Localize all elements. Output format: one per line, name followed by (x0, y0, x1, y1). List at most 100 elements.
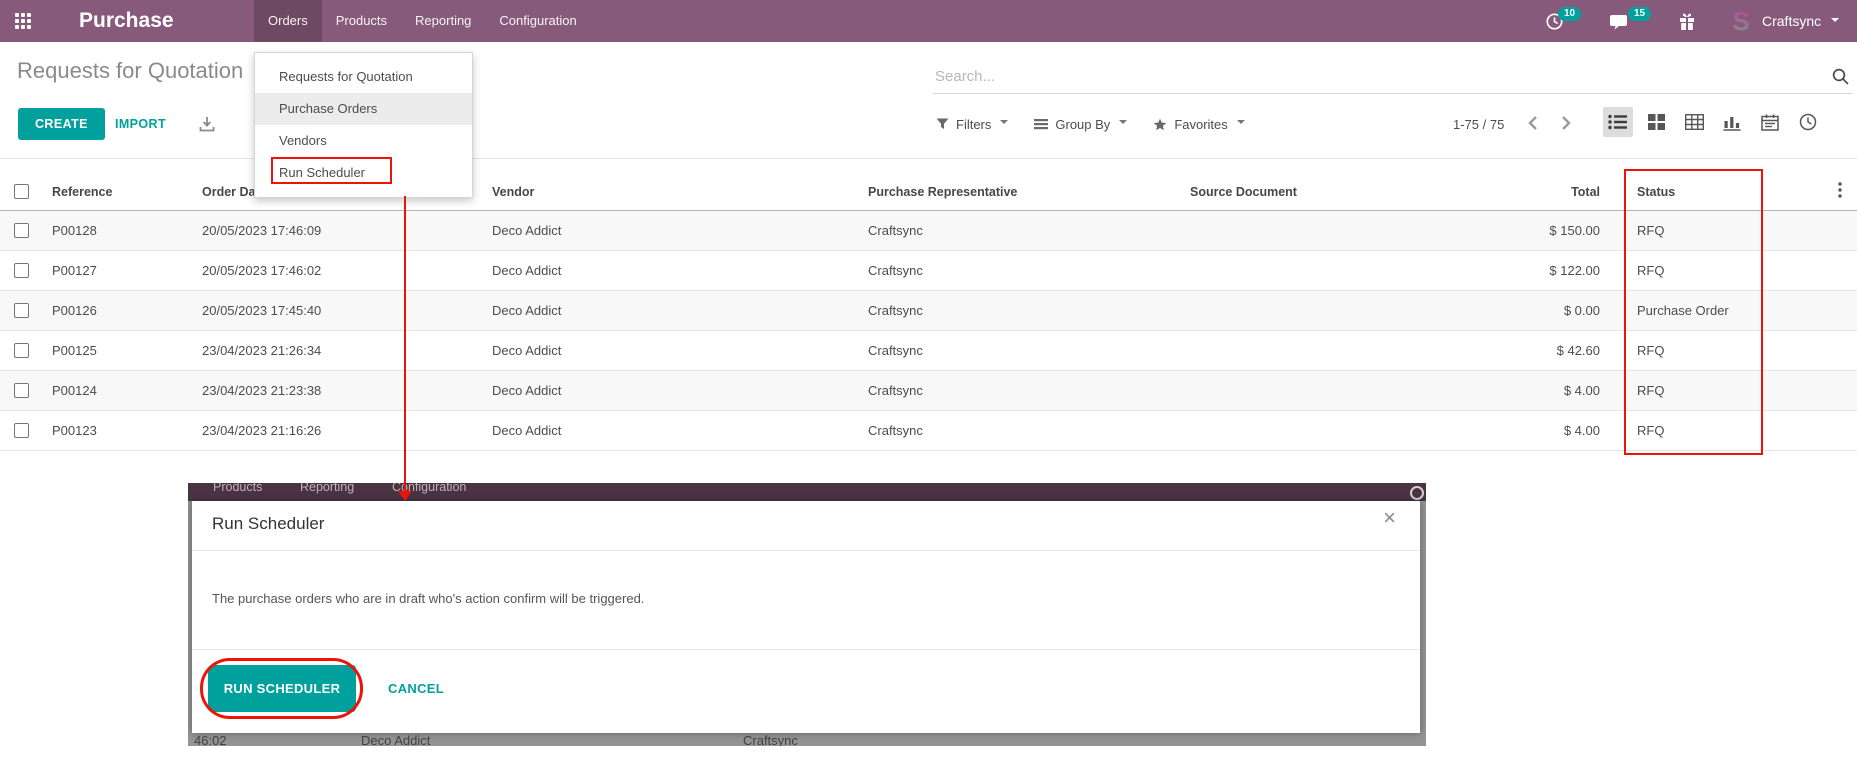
kanban-view-icon[interactable] (1641, 107, 1671, 137)
cell-representative: Craftsync (854, 330, 1176, 370)
cell-vendor: Deco Addict (478, 290, 854, 330)
pager-previous-icon[interactable] (1527, 115, 1538, 134)
pager-next-icon[interactable] (1561, 115, 1572, 134)
cell-reference: P00123 (38, 410, 188, 450)
pager-range: 1-75 / 75 (1453, 117, 1504, 132)
cell-vendor: Deco Addict (478, 330, 854, 370)
dimmed-row-fragment: 46:02 (194, 733, 227, 746)
filters-dropdown[interactable]: Filters (936, 117, 1010, 132)
list-view-icon[interactable] (1603, 107, 1633, 137)
cell-order-date: 20/05/2023 17:46:09 (188, 210, 478, 250)
dialog-header-divider (192, 550, 1420, 551)
group-by-dropdown[interactable]: Group By (1034, 117, 1129, 132)
cell-status: RFQ (1623, 410, 1823, 450)
cell-representative: Craftsync (854, 210, 1176, 250)
nav-menu-configuration[interactable]: Configuration (485, 0, 590, 42)
cell-total: $ 122.00 (1426, 250, 1623, 290)
cell-total: $ 4.00 (1426, 370, 1623, 410)
favorites-dropdown[interactable]: Favorites (1153, 117, 1246, 132)
run-scheduler-dialog: Run Scheduler × The purchase orders who … (192, 501, 1420, 733)
app-title[interactable]: Purchase (79, 0, 174, 42)
column-header-status[interactable]: Status (1623, 174, 1823, 210)
column-header-purchase-representative[interactable]: Purchase Representative (854, 174, 1176, 210)
inset-bottom-row: 46:02Deco AddictCraftsync (188, 733, 1426, 746)
activities-icon[interactable] (1545, 0, 1564, 42)
gift-box-icon (1678, 12, 1696, 31)
row-checkbox[interactable] (14, 263, 29, 278)
import-button[interactable]: IMPORT (115, 108, 166, 140)
messages-icon[interactable] (1609, 0, 1629, 42)
calendar-view-icon[interactable] (1755, 107, 1785, 137)
dimmed-row-fragment: Deco Addict (361, 733, 430, 746)
cell-representative: Craftsync (854, 410, 1176, 450)
export-download-icon[interactable] (199, 116, 215, 137)
dialog-footer-divider (192, 649, 1420, 650)
nav-menu-orders[interactable]: Orders (254, 0, 322, 42)
menu-item-run-scheduler[interactable]: Run Scheduler (255, 157, 472, 189)
cell-source (1176, 210, 1426, 250)
funnel-icon (936, 118, 949, 130)
cell-source (1176, 250, 1426, 290)
table-row[interactable]: P0012423/04/2023 21:23:38Deco AddictCraf… (0, 370, 1857, 410)
orders-table: Reference Order Date Vendor Purchase Rep… (0, 174, 1857, 451)
search-icon[interactable] (1831, 67, 1850, 91)
cell-total: $ 0.00 (1426, 290, 1623, 330)
row-checkbox[interactable] (14, 343, 29, 358)
pivot-view-icon[interactable] (1679, 107, 1709, 137)
cell-representative: Craftsync (854, 250, 1176, 290)
column-header-total[interactable]: Total (1426, 174, 1623, 210)
orders-table-body: P0012820/05/2023 17:46:09Deco AddictCraf… (0, 210, 1857, 450)
column-header-source-document[interactable]: Source Document (1176, 174, 1426, 210)
menu-item-vendors[interactable]: Vendors (255, 125, 472, 157)
cell-reference: P00128 (38, 210, 188, 250)
run-scheduler-button[interactable]: RUN SCHEDULER (208, 665, 356, 712)
nav-menu-reporting[interactable]: Reporting (401, 0, 485, 42)
menu-item-purchase-orders[interactable]: Purchase Orders (255, 93, 472, 125)
table-row[interactable]: P0012523/04/2023 21:26:34Deco AddictCraf… (0, 330, 1857, 370)
cell-order-date: 20/05/2023 17:46:02 (188, 250, 478, 290)
chat-bubble-icon (1609, 12, 1629, 31)
column-header-vendor[interactable]: Vendor (478, 174, 854, 210)
table-row[interactable]: P0012720/05/2023 17:46:02Deco AddictCraf… (0, 250, 1857, 290)
cell-status: RFQ (1623, 330, 1823, 370)
page-title: Requests for Quotation (17, 58, 243, 84)
menu-item-requests-for-quotation[interactable]: Requests for Quotation (255, 61, 472, 93)
cell-status: RFQ (1623, 370, 1823, 410)
row-checkbox[interactable] (14, 303, 29, 318)
gift-icon[interactable] (1678, 0, 1696, 42)
cell-status: RFQ (1623, 210, 1823, 250)
cell-order-date: 23/04/2023 21:26:34 (188, 330, 478, 370)
activities-badge: 10 (1558, 7, 1581, 21)
close-icon[interactable]: × (1383, 507, 1396, 529)
inset-clock-icon (1410, 486, 1424, 500)
user-menu[interactable]: Craftsync (1762, 0, 1839, 42)
inset-nav-reporting: Reporting (300, 483, 354, 494)
table-row[interactable]: P0012323/04/2023 21:16:26Deco AddictCraf… (0, 410, 1857, 450)
column-header-reference[interactable]: Reference (38, 174, 188, 210)
dialog-screenshot-inset: ProductsReportingConfiguration Run Sched… (188, 483, 1426, 746)
activity-view-icon[interactable] (1793, 107, 1823, 137)
optional-columns-icon[interactable] (1823, 174, 1857, 210)
row-checkbox[interactable] (14, 383, 29, 398)
cell-vendor: Deco Addict (478, 410, 854, 450)
table-row[interactable]: P0012620/05/2023 17:45:40Deco AddictCraf… (0, 290, 1857, 330)
cell-vendor: Deco Addict (478, 250, 854, 290)
cell-status: Purchase Order (1623, 290, 1823, 330)
create-button[interactable]: CREATE (18, 108, 105, 140)
user-avatar[interactable]: S (1727, 7, 1755, 35)
cell-total: $ 4.00 (1426, 410, 1623, 450)
chevron-down-icon (1000, 120, 1008, 128)
graph-view-icon[interactable] (1717, 107, 1747, 137)
cell-reference: P00125 (38, 330, 188, 370)
cancel-button[interactable]: CANCEL (388, 665, 444, 712)
table-row[interactable]: P0012820/05/2023 17:46:09Deco AddictCraf… (0, 210, 1857, 250)
nav-menu-products[interactable]: Products (322, 0, 401, 42)
cell-representative: Craftsync (854, 370, 1176, 410)
cell-source (1176, 370, 1426, 410)
search-input[interactable] (935, 62, 1805, 90)
cell-order-date: 23/04/2023 21:23:38 (188, 370, 478, 410)
row-checkbox[interactable] (14, 423, 29, 438)
select-all-checkbox[interactable] (14, 184, 29, 199)
row-checkbox[interactable] (14, 223, 29, 238)
apps-grid-icon[interactable] (15, 13, 31, 29)
